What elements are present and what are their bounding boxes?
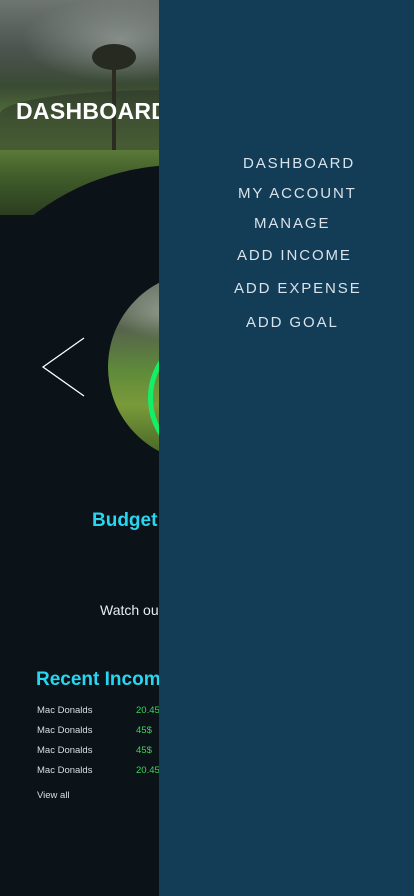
side-menu: DASHBOARD MY ACCOUNT MANAGE ADD INCOME A… — [159, 0, 414, 896]
income-amount: 45$ — [136, 745, 152, 756]
page-title: DASHBOARD — [16, 98, 169, 124]
menu-item-manage[interactable]: MANAGE — [254, 215, 330, 232]
budget-hint-text: Watch ou — [100, 602, 159, 618]
menu-item-add-goal[interactable]: ADD GOAL — [246, 314, 339, 331]
income-name: Mac Donalds — [37, 705, 93, 716]
menu-item-my-account[interactable]: MY ACCOUNT — [238, 185, 357, 202]
recent-income-title: Recent Incom — [36, 669, 161, 690]
palm-tree-crown — [92, 44, 136, 70]
income-name: Mac Donalds — [37, 725, 93, 736]
budget-label: Budget — [92, 510, 158, 531]
list-item[interactable]: Mac Donalds 45$ — [37, 745, 167, 765]
menu-item-add-income[interactable]: ADD INCOME — [237, 247, 352, 264]
list-item[interactable]: Mac Donalds 20.45 — [37, 765, 167, 785]
view-all-link[interactable]: View all — [37, 790, 70, 801]
income-amount: 20.45 — [136, 765, 160, 776]
menu-item-add-expense[interactable]: ADD EXPENSE — [234, 280, 362, 297]
income-amount: 20.45 — [136, 705, 160, 716]
chevron-left-icon[interactable] — [40, 336, 88, 398]
menu-item-dashboard[interactable]: DASHBOARD — [243, 155, 355, 172]
list-item[interactable]: Mac Donalds 45$ — [37, 725, 167, 745]
recent-income-list: Mac Donalds 20.45 Mac Donalds 45$ Mac Do… — [37, 705, 167, 785]
income-name: Mac Donalds — [37, 765, 93, 776]
income-name: Mac Donalds — [37, 745, 93, 756]
list-item[interactable]: Mac Donalds 20.45 — [37, 705, 167, 725]
income-amount: 45$ — [136, 725, 152, 736]
